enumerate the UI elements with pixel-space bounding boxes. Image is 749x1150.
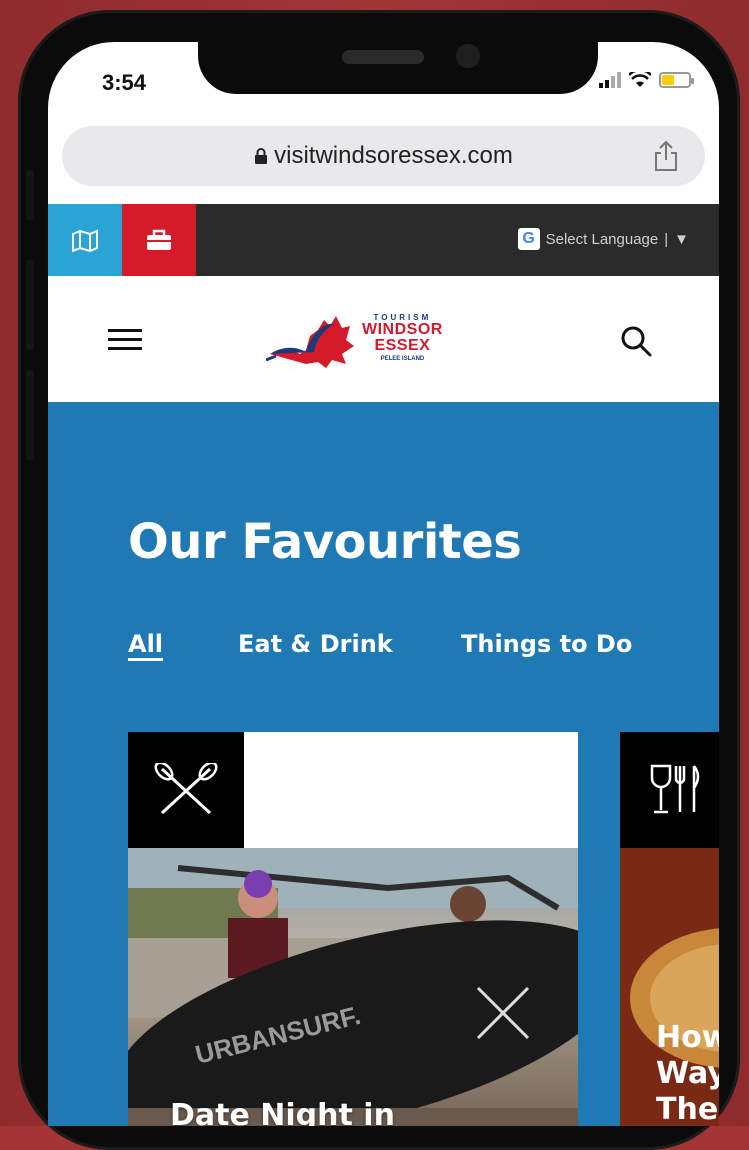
volume-down-button xyxy=(26,370,34,460)
card-category-badge xyxy=(620,732,719,848)
briefcase-icon xyxy=(147,229,171,250)
site-logo[interactable]: TOURISM WINDSOR ESSEX PELEE ISLAND xyxy=(266,306,466,376)
tab-eat-drink[interactable]: Eat & Drink xyxy=(238,630,393,658)
card-photo: URBANSURF. Date Night in xyxy=(128,848,578,1126)
language-selector[interactable]: G Select Language | ▼ xyxy=(517,228,689,250)
share-icon[interactable] xyxy=(653,140,679,172)
tab-things-to-do[interactable]: Things to Do xyxy=(461,630,632,658)
front-camera xyxy=(456,44,480,68)
lock-icon xyxy=(255,148,268,164)
card-photo: How Way The xyxy=(620,848,719,1126)
google-icon: G xyxy=(517,228,540,250)
section-title: Our Favourites xyxy=(128,514,522,570)
card-category-badge xyxy=(128,732,244,848)
favourites-section: Our Favourites All Eat & Drink Things to… xyxy=(48,402,719,1126)
status-time: 3:54 xyxy=(102,70,147,95)
utility-nav: G Select Language | ▼ xyxy=(48,204,719,276)
language-separator: | xyxy=(664,230,669,248)
signal-icon xyxy=(599,72,621,88)
map-button[interactable] xyxy=(48,204,122,276)
phone-screen: 3:54 visitwindsoressex.com G Select Lang… xyxy=(48,42,719,1126)
mute-switch xyxy=(26,170,34,220)
battery-icon xyxy=(659,72,694,88)
menu-icon[interactable] xyxy=(108,329,142,351)
card-title: How Way The xyxy=(656,1020,719,1126)
phone-notch xyxy=(198,42,598,94)
site-header: TOURISM WINDSOR ESSEX PELEE ISLAND xyxy=(48,276,719,402)
surfboard-photo: URBANSURF. xyxy=(128,848,578,1126)
language-label: Select Language xyxy=(545,230,659,248)
url-text[interactable]: visitwindsoressex.com xyxy=(62,142,705,170)
wine-cutlery-icon xyxy=(650,764,700,814)
status-icons xyxy=(599,72,694,88)
favourite-card[interactable]: URBANSURF. Date Night in xyxy=(128,732,578,1126)
search-icon[interactable] xyxy=(619,324,653,358)
logo-wordmark: TOURISM WINDSOR ESSEX PELEE ISLAND xyxy=(362,313,443,363)
briefcase-button[interactable] xyxy=(122,204,196,276)
volume-up-button xyxy=(26,260,34,350)
tab-all[interactable]: All xyxy=(128,630,163,658)
favourite-card-partial[interactable]: How Way The xyxy=(620,732,719,1126)
earpiece-speaker xyxy=(342,50,424,64)
wifi-icon xyxy=(629,72,651,87)
map-icon xyxy=(72,229,98,252)
card-title: Date Night in xyxy=(170,1098,395,1126)
chevron-down-icon: ▼ xyxy=(674,230,689,248)
url-label: visitwindsoressex.com xyxy=(274,142,513,169)
heron-leaf-logo-icon xyxy=(266,316,354,368)
battery-level xyxy=(662,75,674,85)
url-bar[interactable]: visitwindsoressex.com xyxy=(62,126,705,186)
paddles-icon xyxy=(154,763,218,815)
